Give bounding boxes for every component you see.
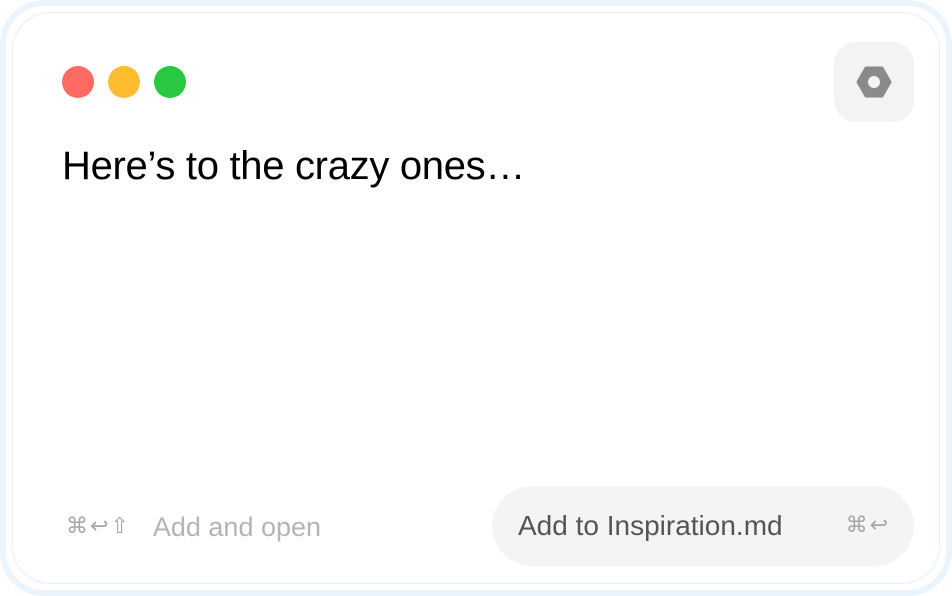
add-and-open-label: Add and open xyxy=(152,511,322,542)
add-and-open-action[interactable]: ⌘ ↩ ⇧ Add and open xyxy=(66,509,321,545)
quick-capture-window: Here’s to the crazy ones… ⌘ ↩ ⇧ Add and … xyxy=(0,0,952,596)
gear-icon xyxy=(856,66,892,98)
add-to-file-label: Add to Inspiration.md xyxy=(518,510,783,541)
traffic-lights xyxy=(62,66,186,98)
add-to-file-button[interactable]: Add to Inspiration.md ⌘ ↩ xyxy=(492,486,914,566)
settings-button[interactable] xyxy=(834,42,914,122)
zoom-window-button[interactable] xyxy=(154,66,186,98)
return-key-icon: ↩ xyxy=(90,514,109,539)
capture-text[interactable]: Here’s to the crazy ones… xyxy=(62,140,886,192)
minimize-window-button[interactable] xyxy=(108,66,140,98)
close-window-button[interactable] xyxy=(62,66,94,98)
return-key-icon: ↩ xyxy=(869,513,888,538)
shift-key-icon: ⇧ xyxy=(110,514,129,539)
command-key-icon: ⌘ xyxy=(845,513,868,538)
add-to-file-shortcut: ⌘ ↩ xyxy=(846,515,888,537)
command-key-icon: ⌘ xyxy=(66,514,88,539)
add-and-open-shortcut: ⌘ ↩ ⇧ xyxy=(66,516,129,538)
